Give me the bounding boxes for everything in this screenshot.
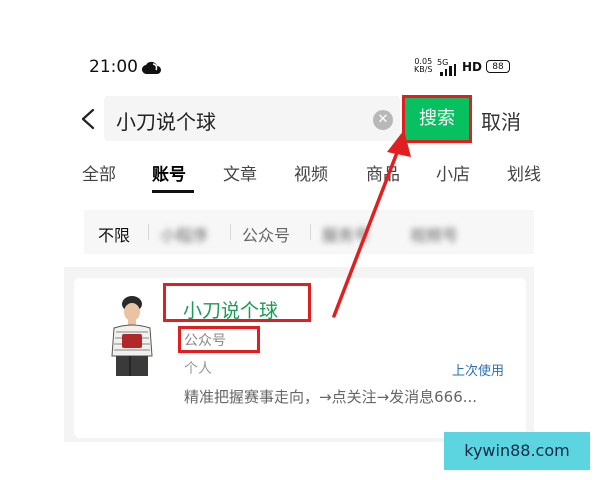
filter-divider <box>310 224 311 240</box>
annotation-box-account-name <box>163 283 311 322</box>
filter-channels[interactable]: 视频号 <box>410 222 458 246</box>
account-category: 个人 <box>184 361 212 377</box>
tab-videos[interactable]: 视频 <box>294 160 328 185</box>
status-time: 21:00 <box>89 57 138 77</box>
tab-highlights[interactable]: 划线 <box>507 160 541 185</box>
filter-official-account[interactable]: 公众号 <box>242 222 290 246</box>
active-tab-indicator <box>152 190 194 193</box>
cancel-button[interactable]: 取消 <box>481 106 521 135</box>
tab-all[interactable]: 全部 <box>82 160 116 185</box>
signal-icon <box>440 64 456 76</box>
filter-all[interactable]: 不限 <box>98 222 130 246</box>
filter-divider <box>148 224 149 240</box>
net-speed-unit: KB/S <box>414 65 433 74</box>
search-input[interactable]: 小刀说个球 <box>116 106 216 135</box>
tab-products[interactable]: 商品 <box>366 160 400 185</box>
avatar <box>111 296 153 376</box>
tab-accounts[interactable]: 账号 <box>152 160 186 185</box>
filter-mini-program[interactable]: 小程序 <box>160 222 208 246</box>
recently-used-badge: 上次使用 <box>452 364 505 379</box>
account-description: 精准把握赛事走向，→点关注→发消息666... <box>184 388 478 406</box>
clear-icon[interactable]: ✕ <box>373 110 393 130</box>
watermark: kywin88.com <box>444 432 590 470</box>
filter-service-account[interactable]: 服务号 <box>322 222 370 246</box>
net-speed: 0.05 KB/S <box>414 58 433 74</box>
filter-divider <box>230 224 231 240</box>
back-arrow-icon[interactable] <box>78 108 100 130</box>
hd-indicator: HD <box>462 60 483 74</box>
battery-indicator: 88 <box>486 60 510 73</box>
annotation-box-search-button <box>402 95 472 143</box>
tab-articles[interactable]: 文章 <box>223 160 257 185</box>
cloud-icon <box>142 61 161 75</box>
tab-shops[interactable]: 小店 <box>436 160 470 185</box>
annotation-box-account-type <box>178 326 260 353</box>
filter-bar <box>84 210 534 254</box>
